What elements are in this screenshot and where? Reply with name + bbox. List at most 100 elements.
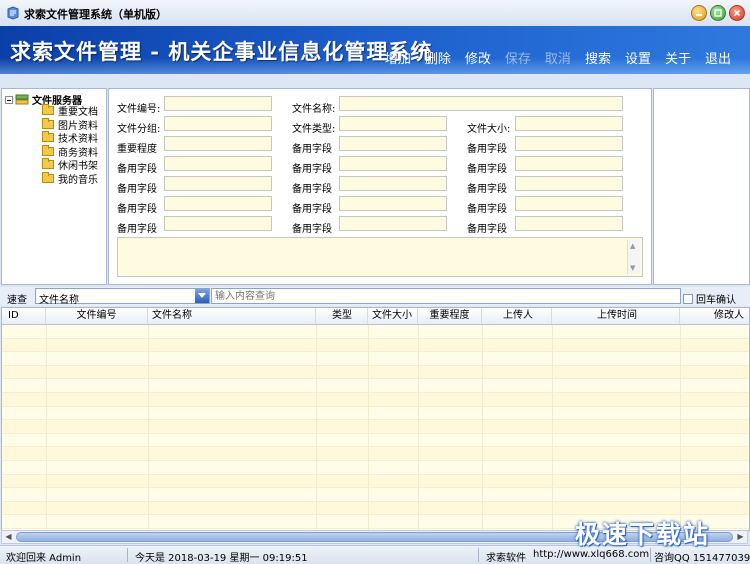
website-link[interactable]: http://www.xlq668.com — [533, 549, 649, 560]
file-group-input[interactable] — [164, 116, 272, 131]
scroll-up-icon[interactable]: ▲ — [630, 242, 635, 250]
collapse-icon[interactable] — [5, 95, 13, 104]
title-bar[interactable]: 求索文件管理系统（单机版） — [0, 0, 750, 27]
tree-item-important-docs[interactable]: 重要文档 — [42, 104, 98, 118]
file-no-input[interactable] — [164, 96, 272, 111]
table-row[interactable] — [2, 325, 749, 339]
file-size-input[interactable] — [515, 116, 623, 131]
spare-field-input[interactable] — [164, 176, 272, 191]
table-row[interactable] — [2, 474, 749, 489]
table-row[interactable] — [2, 352, 749, 366]
column-header-file-name[interactable]: 文件名称 — [148, 308, 316, 324]
checkbox-box[interactable] — [683, 293, 693, 304]
close-icon — [733, 9, 741, 17]
dropdown-button[interactable] — [195, 289, 209, 303]
settings-button[interactable]: 设置 — [618, 48, 658, 67]
file-name-input[interactable] — [339, 96, 623, 111]
qq-status: 咨询QQ 151477039 — [654, 553, 750, 564]
scroll-right-icon[interactable]: ▶ — [734, 531, 747, 543]
spare-field-input[interactable] — [515, 216, 623, 231]
column-header-uploader[interactable]: 上传人 — [482, 308, 552, 324]
search-field-select[interactable]: 文件名称 — [35, 288, 210, 306]
horizontal-scrollbar[interactable]: ◀ ▶ — [1, 530, 748, 544]
scrollbar-thumb[interactable] — [16, 532, 733, 542]
spare-field-input[interactable] — [164, 156, 272, 171]
table-row[interactable] — [2, 392, 749, 407]
enter-confirm-checkbox[interactable]: 回车确认 — [683, 291, 736, 306]
table-row[interactable] — [2, 488, 749, 502]
column-header-upload-time[interactable]: 上传时间 — [552, 308, 680, 324]
search-input[interactable] — [211, 288, 681, 304]
file-detail-form: 文件编号: 文件名称: 文件分组: 文件类型: 文件大小: 重要程度 备用字段 … — [108, 88, 652, 285]
table-row[interactable] — [2, 338, 749, 353]
importance-input[interactable] — [164, 136, 272, 151]
table-row[interactable] — [2, 501, 749, 516]
table-row[interactable] — [2, 460, 749, 475]
tree-item-label: 我的音乐 — [58, 174, 98, 186]
column-header-modifier[interactable]: 修改人 — [680, 308, 749, 324]
file-no-label: 文件编号: — [117, 104, 161, 115]
status-divider — [478, 548, 479, 562]
edit-button[interactable]: 修改 — [458, 48, 498, 67]
spare-field-label: 备用字段 — [467, 224, 507, 235]
scroll-down-icon[interactable]: ▼ — [630, 264, 635, 272]
table-row[interactable] — [2, 433, 749, 448]
scroll-left-icon[interactable]: ◀ — [2, 531, 15, 543]
column-header-importance[interactable]: 重要程度 — [418, 308, 482, 324]
status-divider — [650, 548, 651, 562]
cancel-button[interactable]: 取消 — [538, 48, 578, 67]
table-row[interactable] — [2, 420, 749, 434]
column-header-type[interactable]: 类型 — [316, 308, 368, 324]
spare-field-input[interactable] — [339, 216, 447, 231]
column-header-id[interactable]: ID — [2, 308, 46, 324]
spare-field-label: 备用字段 — [117, 164, 157, 175]
maximize-button[interactable] — [710, 5, 726, 21]
server-icon — [15, 94, 29, 104]
save-button[interactable]: 保存 — [498, 48, 538, 67]
tree-item-technical[interactable]: 技术资料 — [42, 131, 98, 145]
column-divider — [368, 325, 369, 530]
app-window: 求索文件管理系统（单机版） 求索文件管理 - 机关企事业信息化管理系统 增加 删… — [0, 0, 750, 564]
exit-button[interactable]: 退出 — [698, 48, 738, 67]
column-header-file-no[interactable]: 文件编号 — [46, 308, 148, 324]
company-status: 求索软件 — [486, 553, 526, 564]
spare-field-input[interactable] — [515, 176, 623, 191]
spare-field-input[interactable] — [515, 196, 623, 211]
spare-field-label: 备用字段 — [467, 204, 507, 215]
table-row[interactable] — [2, 379, 749, 393]
about-button[interactable]: 关于 — [658, 48, 698, 67]
table-row[interactable] — [2, 447, 749, 461]
minimize-button[interactable] — [691, 5, 707, 21]
spare-field-input[interactable] — [339, 196, 447, 211]
spare-field-label: 备用字段 — [467, 164, 507, 175]
folder-icon — [42, 171, 54, 183]
table-row[interactable] — [2, 406, 749, 421]
spare-field-input[interactable] — [339, 136, 447, 151]
search-button[interactable]: 搜索 — [578, 48, 618, 67]
memo-scrollbar[interactable]: ▲ ▼ — [627, 240, 640, 274]
folder-icon — [42, 131, 54, 143]
file-type-input[interactable] — [339, 116, 447, 131]
spare-field-input[interactable] — [339, 156, 447, 171]
tree-item-business[interactable]: 商务资料 — [42, 144, 98, 159]
spare-field-input[interactable] — [515, 136, 623, 151]
table-row[interactable] — [2, 365, 749, 380]
tree-item-images[interactable]: 图片资料 — [42, 117, 98, 132]
spare-field-input[interactable] — [515, 156, 623, 171]
app-icon — [7, 6, 19, 20]
spare-field-input[interactable] — [164, 196, 272, 211]
column-divider — [552, 325, 553, 530]
spare-field-input[interactable] — [339, 176, 447, 191]
table-row[interactable] — [2, 515, 749, 529]
tree-item-bookshelf[interactable]: 休闲书架 — [42, 158, 98, 172]
delete-button[interactable]: 删除 — [418, 48, 458, 67]
column-divider — [148, 325, 149, 530]
enter-confirm-label: 回车确认 — [696, 295, 736, 306]
close-button[interactable] — [729, 5, 745, 21]
file-list-grid: ID 文件编号 文件名称 类型 文件大小 重要程度 上传人 上传时间 修改人 — [1, 307, 750, 531]
add-button[interactable]: 增加 — [378, 48, 418, 67]
remarks-textarea[interactable]: ▲ ▼ — [117, 237, 643, 277]
spare-field-input[interactable] — [164, 216, 272, 231]
tree-item-music[interactable]: 我的音乐 — [42, 171, 98, 186]
column-header-file-size[interactable]: 文件大小 — [368, 308, 418, 324]
